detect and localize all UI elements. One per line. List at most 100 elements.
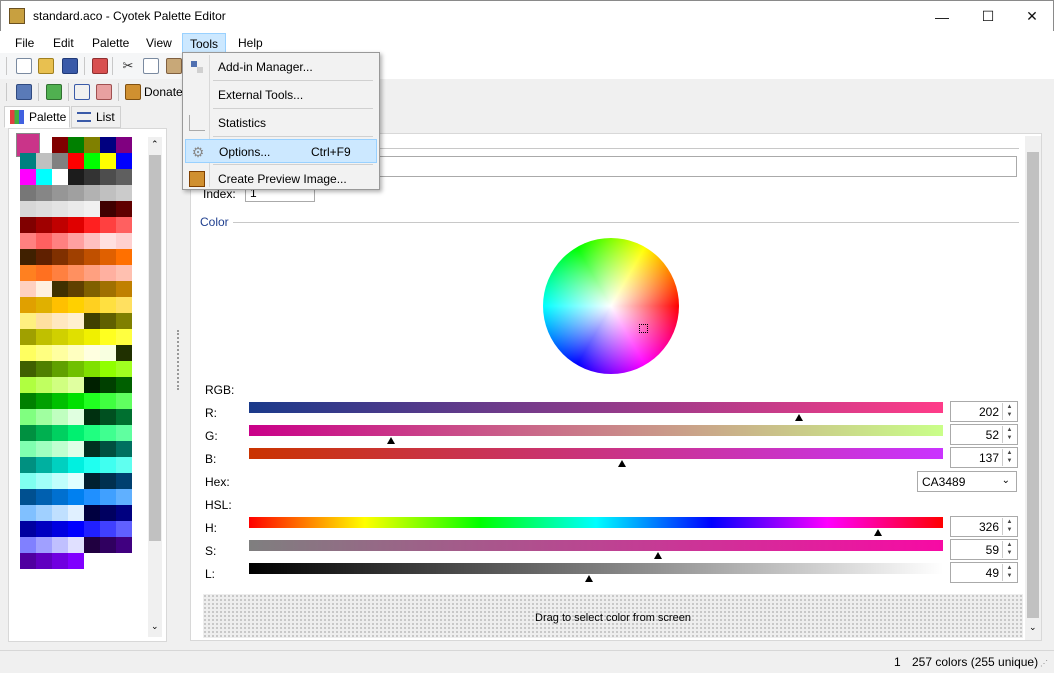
tab-palette[interactable]: Palette <box>4 106 70 128</box>
blue-slider-thumb[interactable] <box>617 460 626 467</box>
hex-combo[interactable]: CA3489 ⌄ <box>917 471 1017 492</box>
palette-swatch[interactable] <box>100 137 116 153</box>
palette-swatch[interactable] <box>20 297 36 313</box>
palette-swatch[interactable] <box>36 521 52 537</box>
palette-swatch[interactable] <box>100 537 116 553</box>
palette-swatch[interactable] <box>20 185 36 201</box>
palette-swatch[interactable] <box>36 153 52 169</box>
palette-swatch[interactable] <box>52 361 68 377</box>
palette-swatch[interactable] <box>100 249 116 265</box>
palette-swatch[interactable] <box>36 329 52 345</box>
palette-swatch[interactable] <box>20 537 36 553</box>
palette-swatch[interactable] <box>52 217 68 233</box>
palette-swatch[interactable] <box>84 329 100 345</box>
palette-swatch[interactable] <box>84 313 100 329</box>
fit-icon[interactable] <box>74 84 90 100</box>
palette-swatch[interactable] <box>36 313 52 329</box>
palette-swatch[interactable] <box>68 377 84 393</box>
palette-swatch[interactable] <box>36 233 52 249</box>
palette-swatch[interactable] <box>100 297 116 313</box>
palette-swatch[interactable] <box>84 409 100 425</box>
palette-swatch[interactable] <box>52 345 68 361</box>
palette-swatch[interactable] <box>20 345 36 361</box>
palette-scrollbar[interactable]: ⌃ ⌄ <box>148 137 162 637</box>
resize-grip-icon[interactable]: ⋰ <box>1040 659 1048 668</box>
palette-swatch[interactable] <box>100 233 116 249</box>
palette-swatch[interactable] <box>116 249 132 265</box>
palette-swatch[interactable] <box>20 153 36 169</box>
green-spinner[interactable]: ▲ ▼ <box>1002 426 1016 443</box>
palette-swatch[interactable] <box>52 393 68 409</box>
menu-item-create-preview-image[interactable]: Create Preview Image... <box>185 167 377 191</box>
palette-swatch[interactable] <box>84 185 100 201</box>
paste-icon[interactable] <box>166 58 182 74</box>
palette-swatch[interactable] <box>84 297 100 313</box>
palette-swatch[interactable] <box>100 521 116 537</box>
palette-swatch[interactable] <box>116 537 132 553</box>
palette-swatch[interactable] <box>84 361 100 377</box>
palette-swatch[interactable] <box>100 201 116 217</box>
palette-swatch[interactable] <box>36 249 52 265</box>
palette-swatch[interactable] <box>36 425 52 441</box>
palette-swatch[interactable] <box>20 441 36 457</box>
color-wheel-picker[interactable] <box>639 324 648 333</box>
palette-swatch[interactable] <box>100 313 116 329</box>
palette-swatch[interactable] <box>36 505 52 521</box>
palette-swatch[interactable] <box>68 217 84 233</box>
palette-swatch[interactable] <box>52 457 68 473</box>
palette-swatch[interactable] <box>68 185 84 201</box>
palette-swatch[interactable] <box>116 169 132 185</box>
palette-swatch[interactable] <box>116 281 132 297</box>
close-button[interactable]: ✕ <box>1009 1 1054 32</box>
palette-swatch[interactable] <box>20 521 36 537</box>
red-spinner[interactable]: ▲ ▼ <box>1002 403 1016 420</box>
palette-swatch[interactable] <box>100 345 116 361</box>
blue-value-field[interactable]: 137 ▲ ▼ <box>950 447 1018 468</box>
palette-swatch[interactable] <box>20 281 36 297</box>
palette-swatch[interactable] <box>36 281 52 297</box>
palette-swatch[interactable] <box>116 361 132 377</box>
palette-swatch[interactable] <box>116 393 132 409</box>
palette-swatch[interactable] <box>116 521 132 537</box>
palette-swatch[interactable] <box>84 457 100 473</box>
palette-swatch[interactable] <box>84 393 100 409</box>
saturation-slider[interactable] <box>249 540 943 551</box>
palette-swatch[interactable] <box>20 217 36 233</box>
palette-swatch[interactable] <box>116 505 132 521</box>
palette-swatch[interactable] <box>36 393 52 409</box>
palette-swatch[interactable] <box>116 457 132 473</box>
palette-swatch[interactable] <box>36 537 52 553</box>
blue-slider[interactable] <box>249 448 943 459</box>
palette-swatch[interactable] <box>36 169 52 185</box>
palette-swatch[interactable] <box>84 265 100 281</box>
palette-swatch[interactable] <box>52 201 68 217</box>
new-file-icon[interactable] <box>16 58 32 74</box>
palette-properties-icon[interactable] <box>92 58 108 74</box>
screen-color-picker-dropzone[interactable]: Drag to select color from screen <box>203 594 1023 638</box>
palette-swatch[interactable] <box>52 425 68 441</box>
palette-swatch[interactable] <box>52 505 68 521</box>
hue-slider-thumb[interactable] <box>873 529 882 536</box>
palette-swatch[interactable] <box>84 281 100 297</box>
palette-swatch[interactable] <box>100 185 116 201</box>
palette-swatch[interactable] <box>100 425 116 441</box>
palette-swatch[interactable] <box>20 233 36 249</box>
minimize-button[interactable]: — <box>919 1 965 32</box>
add-color-icon[interactable] <box>46 84 62 100</box>
palette-swatch[interactable] <box>52 377 68 393</box>
palette-swatch[interactable] <box>84 169 100 185</box>
palette-swatch[interactable] <box>20 313 36 329</box>
palette-swatch[interactable] <box>36 377 52 393</box>
tab-list[interactable]: List <box>71 106 121 128</box>
palette-swatch[interactable] <box>20 201 36 217</box>
scroll-up-icon[interactable]: ⌃ <box>151 139 159 150</box>
palette-swatch[interactable] <box>116 297 132 313</box>
palette-swatch[interactable] <box>20 505 36 521</box>
palette-swatch[interactable] <box>84 201 100 217</box>
palette-swatch[interactable] <box>84 153 100 169</box>
palette-swatch[interactable] <box>52 169 68 185</box>
saturation-slider-thumb[interactable] <box>654 552 663 559</box>
palette-swatch[interactable] <box>84 377 100 393</box>
lightness-slider[interactable] <box>249 563 943 574</box>
palette-swatch[interactable] <box>36 185 52 201</box>
